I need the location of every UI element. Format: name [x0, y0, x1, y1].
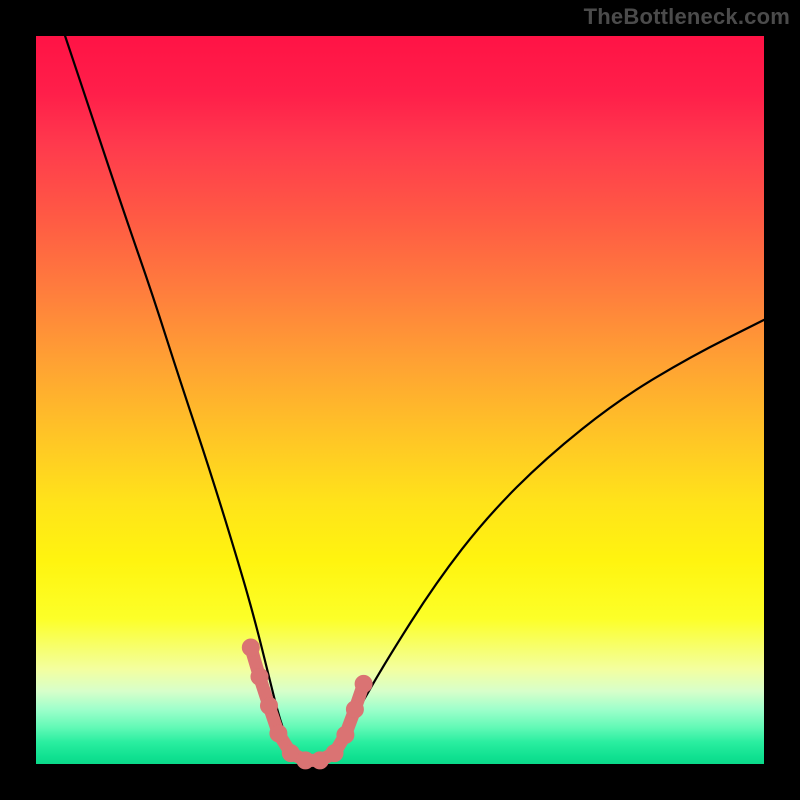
marker-dot — [242, 639, 259, 656]
marker-dot — [326, 745, 343, 762]
curve-layer — [65, 36, 764, 760]
marker-dot — [355, 675, 372, 692]
chart-frame: TheBottleneck.com — [0, 0, 800, 800]
marker-dot — [251, 668, 268, 685]
marker-layer — [242, 639, 372, 769]
marker-dot — [337, 726, 354, 743]
chart-svg — [36, 36, 764, 764]
watermark-text: TheBottleneck.com — [584, 4, 790, 30]
marker-dot — [346, 701, 363, 718]
plot-area — [36, 36, 764, 764]
marker-dot — [270, 725, 287, 742]
bottleneck-curve — [65, 36, 764, 760]
marker-dot — [261, 697, 278, 714]
